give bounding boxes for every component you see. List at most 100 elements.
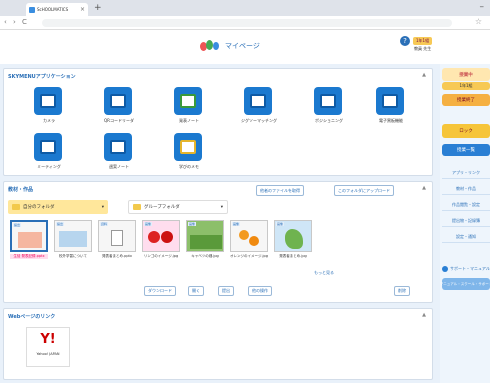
apps-panel: SKYMENUアプリケーション ▲ カメラ QRコードリーダ 発表ノート ジグソ…	[3, 68, 433, 176]
tab-close-icon[interactable]: ×	[80, 6, 85, 13]
file-tag: 画像	[232, 222, 241, 226]
file-name: 生徒 発表記録.pptx	[10, 254, 48, 259]
memo-icon	[174, 133, 202, 161]
orange-image	[249, 236, 259, 246]
url-input[interactable]	[42, 19, 452, 27]
main-area: SKYMENUアプリケーション ▲ カメラ QRコードリーダ 発表ノート ジグソ…	[0, 64, 440, 383]
app-jigsaw[interactable]: ジグソーマッチング	[232, 87, 286, 127]
app-camera[interactable]: カメラ	[22, 87, 76, 127]
app-whiteboard[interactable]: 電子黒板機能	[364, 87, 418, 127]
file-name: 発表者まとめ.jpg	[279, 254, 307, 258]
sidebar-item-settings[interactable]: 設定・通知	[442, 232, 490, 243]
file-thumb: 画像	[142, 220, 180, 252]
file-thumb: 資料	[98, 220, 136, 252]
map-image	[285, 229, 303, 249]
app-label: 週案ノート	[109, 164, 129, 169]
favicon-icon	[29, 6, 35, 13]
app-meeting[interactable]: ミーティング	[22, 133, 76, 173]
file-thumb: 画像	[230, 220, 268, 252]
meeting-icon	[34, 133, 62, 161]
submit-button[interactable]: 提出	[218, 286, 234, 296]
photo-thumb	[59, 231, 87, 247]
app-memo[interactable]: 学びのメモ	[162, 133, 216, 173]
file-name: 発表者まとめ.pptx	[102, 254, 132, 258]
user-area[interactable]: ? 1年1組 教員 先生	[400, 36, 433, 51]
file-tag: 提出	[56, 222, 65, 226]
page-title: マイページ	[225, 42, 260, 50]
screen: ScHOOLMATICS × + – ‹ › C ☆ マイページ ? 1年1組 …	[0, 0, 490, 383]
chevron-down-icon: ▾	[220, 204, 223, 210]
collapse-icon[interactable]: ▲	[422, 72, 426, 78]
web-links-panel: Webページのリンク ▲ Y! Yahoo! JAPAN	[3, 308, 433, 380]
app-label: 発表ノート	[179, 118, 199, 123]
other-actions-button[interactable]: 他の操作	[248, 286, 272, 296]
app-label: 電子黒板機能	[379, 118, 403, 123]
bookmark-star-icon[interactable]: ☆	[475, 17, 482, 26]
class-badge: 1年1組	[413, 37, 433, 45]
get-other-files-button[interactable]: 他者のファイルを取得	[256, 185, 304, 196]
new-tab-icon[interactable]: +	[94, 3, 102, 13]
document-icon	[111, 230, 123, 246]
file-tag: 画像	[144, 222, 153, 226]
app-label: カメラ	[43, 118, 55, 123]
positioning-icon	[314, 87, 342, 115]
user-name: 教員 先生	[414, 46, 432, 51]
nav-buttons[interactable]: ‹ › C	[4, 18, 29, 26]
file-item[interactable]: 提出 生徒 発表記録.pptx	[10, 220, 48, 272]
browser-tabbar: ScHOOLMATICS × + –	[0, 0, 490, 16]
upload-button[interactable]: このフォルダにアップロード	[334, 185, 394, 196]
delete-button[interactable]: 削除	[394, 286, 410, 296]
class-list-button[interactable]: 授業一覧	[442, 144, 490, 156]
end-class-button[interactable]: 授業終了	[442, 94, 490, 106]
app-qr[interactable]: QRコードリーダ	[92, 87, 146, 127]
tab-my-folder[interactable]: 自分のフォルダ ▾	[8, 200, 108, 214]
file-item[interactable]: 画像 キャベツの畑.jpg	[186, 220, 224, 272]
sidebar-item-materials[interactable]: 教材・作品	[442, 184, 490, 195]
sidebar-item-works[interactable]: 作品閲覧・設定	[442, 200, 490, 211]
field-image	[190, 235, 222, 249]
open-button[interactable]: 開く	[188, 286, 204, 296]
collapse-icon[interactable]: ▲	[422, 185, 426, 191]
browser-tab[interactable]: ScHOOLMATICS ×	[26, 3, 88, 16]
sidebar-item-records[interactable]: 提出物・記録簿	[442, 216, 490, 227]
class-badge: 1年1組	[442, 82, 490, 90]
download-button[interactable]: ダウンロード	[144, 286, 176, 296]
materials-title: 教材・作品	[8, 187, 34, 193]
collapse-icon[interactable]: ▲	[422, 312, 426, 318]
app-weekly[interactable]: 週案ノート	[92, 133, 146, 173]
tab-label: グループフォルダ	[144, 205, 180, 210]
file-item[interactable]: 資料発表者まとめ.pptx	[98, 220, 136, 272]
qr-icon	[104, 87, 132, 115]
file-item[interactable]: 画像リンゴのイメージ.jpg	[142, 220, 180, 272]
logo[interactable]: マイページ	[200, 38, 260, 54]
jigsaw-icon	[244, 87, 272, 115]
sidebar-item-apps[interactable]: アプリ・リンク	[442, 168, 490, 179]
file-item[interactable]: 画像オレンジのイメージ.jpg	[230, 220, 268, 272]
file-name: リンゴのイメージ.jpg	[143, 254, 179, 258]
file-item[interactable]: 提出 校外学習について	[54, 220, 92, 272]
apps-title: SKYMENUアプリケーション	[8, 74, 76, 80]
file-name: オレンジのイメージ.jpg	[230, 254, 268, 258]
app-notebook[interactable]: 発表ノート	[162, 87, 216, 127]
manual-button[interactable]: マニュアル・スクール・サポート	[440, 278, 490, 290]
folder-icon	[133, 204, 141, 210]
apple-image	[161, 231, 173, 243]
app-label: ミーティング	[37, 164, 61, 169]
app-positioning[interactable]: ポジショニング	[302, 87, 356, 127]
file-item[interactable]: 画像 発表者まとめ.jpg	[274, 220, 312, 272]
folder-icon	[12, 204, 20, 210]
support-link[interactable]: サポート・マニュアル	[442, 264, 490, 274]
more-link[interactable]: もっと見る	[314, 270, 334, 276]
yahoo-link[interactable]: Y! Yahoo! JAPAN	[26, 327, 70, 367]
camera-icon	[34, 87, 62, 115]
app-label: 学びのメモ	[179, 164, 199, 169]
minimize-icon[interactable]: –	[480, 2, 485, 12]
tab-title: ScHOOLMATICS	[37, 7, 69, 12]
slide-thumb	[18, 232, 42, 248]
address-bar: ‹ › C ☆	[0, 16, 490, 30]
folder-tabs: 自分のフォルダ ▾ グループフォルダ ▾	[8, 200, 428, 214]
file-tag: 画像	[188, 222, 197, 226]
help-icon[interactable]: ?	[400, 36, 410, 46]
lock-button[interactable]: ロック	[442, 124, 490, 138]
tab-group-folder[interactable]: グループフォルダ ▾	[128, 200, 228, 214]
